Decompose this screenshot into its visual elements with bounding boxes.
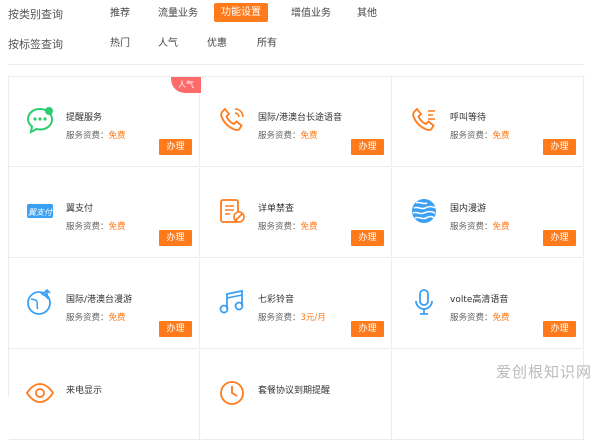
- apply-button[interactable]: 办理: [159, 139, 192, 155]
- service-name: 套餐协议到期提醒: [258, 386, 331, 396]
- apply-button[interactable]: 办理: [351, 321, 384, 337]
- service-fee: 服务资费：3元/月: [258, 313, 326, 323]
- service-card: 翼支付 翼支付 服务资费：免费 办理: [9, 168, 200, 258]
- service-name: 七彩铃音: [258, 295, 295, 305]
- eye-icon: [25, 383, 55, 403]
- service-fee: 服务资费：免费: [66, 313, 126, 323]
- filter-option-recommend[interactable]: 推荐: [103, 4, 137, 23]
- service-name: 详单禁查: [258, 204, 295, 214]
- apply-button[interactable]: 办理: [351, 139, 384, 155]
- service-name: 提醒服务: [66, 113, 103, 123]
- filter-option-traffic[interactable]: 流量业务: [151, 4, 205, 23]
- filter-option-other[interactable]: 其他: [350, 4, 384, 23]
- phone-icon: [220, 107, 244, 131]
- globe-roam-icon: [27, 288, 51, 315]
- watermark: 爱创根知识网: [495, 363, 592, 381]
- phone-wait-icon: [412, 107, 435, 131]
- service-fee: 服务资费：免费: [450, 313, 510, 323]
- service-card: 人气 提醒服务 服务资费：免费 办理: [9, 77, 201, 167]
- service-fee: 服务资费：免费: [258, 222, 318, 232]
- tag-option-discount[interactable]: 优惠: [200, 34, 234, 53]
- tag-option-hot[interactable]: 热门: [103, 34, 137, 53]
- service-card: 七彩铃音 服务资费：3元/月 办理: [201, 259, 392, 349]
- microphone-icon: [415, 289, 433, 315]
- tag-option-popular[interactable]: 人气: [151, 34, 185, 53]
- apply-button[interactable]: 办理: [543, 139, 576, 155]
- service-card: 国内漫游 服务资费：免费 办理: [393, 168, 584, 258]
- clock-icon: [220, 381, 244, 405]
- service-name: 国内漫游: [450, 204, 487, 214]
- service-fee: 服务资费：免费: [450, 131, 510, 141]
- service-name: 国际/港澳台长途语音: [258, 113, 343, 123]
- tag-option-all[interactable]: 所有: [250, 34, 284, 53]
- apply-button[interactable]: 办理: [159, 230, 192, 246]
- svg-text:翼支付: 翼支付: [28, 208, 53, 217]
- service-card: 国际/港澳台漫游 服务资费：免费 办理: [9, 259, 200, 349]
- service-card: 套餐协议到期提醒: [201, 350, 392, 440]
- service-name: 呼叫等待: [450, 113, 487, 123]
- service-fee: 服务资费：免费: [258, 131, 318, 141]
- service-name: 来电显示: [66, 386, 103, 396]
- service-card: 来电显示: [9, 350, 200, 440]
- chat-bubble-icon: [26, 107, 54, 134]
- apply-button[interactable]: 办理: [159, 321, 192, 337]
- service-name: volte高清语音: [450, 295, 509, 305]
- service-card: 呼叫等待 服务资费：免费 办理: [393, 77, 584, 167]
- filter-divider: [8, 64, 584, 65]
- service-fee: 服务资费：免费: [66, 131, 126, 141]
- service-fee: 服务资费：免费: [450, 222, 510, 232]
- filter-option-function-settings[interactable]: 功能设置: [214, 3, 268, 22]
- category-filter-label: 按类别查询: [8, 8, 63, 21]
- apply-button[interactable]: 办理: [543, 230, 576, 246]
- service-card: 国际/港澳台长途语音 服务资费：免费 办理: [201, 77, 392, 167]
- tag-filter-label: 按标签查询: [8, 38, 63, 51]
- service-fee: 服务资费：免费: [66, 222, 126, 232]
- music-note-icon: [219, 289, 244, 314]
- service-grid: 人气 提醒服务 服务资费：免费 办理 国际/港澳台长途语音 服务资费：免费 办理…: [8, 76, 585, 440]
- service-name: 翼支付: [66, 204, 94, 214]
- popular-badge: 人气: [171, 77, 201, 93]
- service-name: 国际/港澳台漫游: [66, 295, 133, 305]
- globe-stripes-icon: [412, 199, 437, 223]
- service-card: 详单禁查 服务资费：免费 办理: [201, 168, 392, 258]
- pay-icon: 翼支付: [27, 204, 53, 218]
- apply-button[interactable]: 办理: [543, 321, 576, 337]
- apply-button[interactable]: 办理: [351, 230, 384, 246]
- doc-block-icon: [220, 199, 245, 223]
- service-card: volte高清语音 服务资费：免费 办理: [393, 259, 584, 349]
- filter-option-value-added[interactable]: 增值业务: [284, 4, 338, 23]
